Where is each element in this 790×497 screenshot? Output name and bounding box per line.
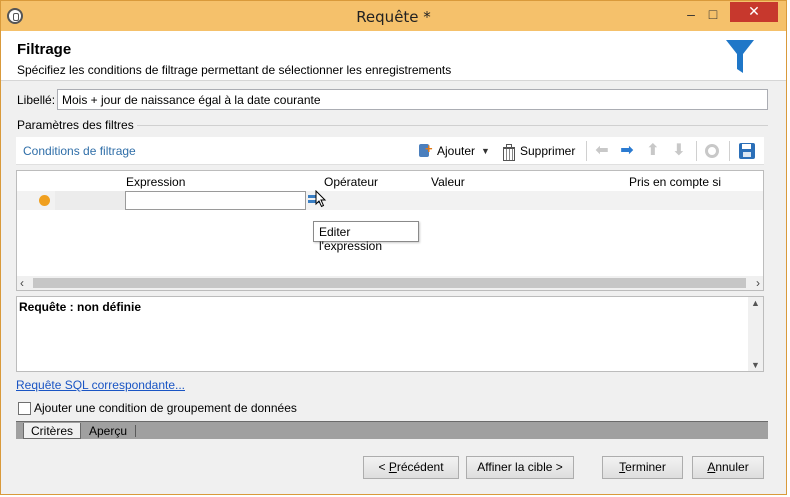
arrow-right-icon[interactable]: ➡ — [618, 142, 636, 160]
column-header-condition[interactable]: Pris en compte si — [629, 175, 721, 189]
previous-button-mnemonic: P — [388, 460, 397, 474]
scroll-up-icon[interactable]: ▲ — [751, 298, 760, 308]
expression-input[interactable] — [125, 191, 306, 210]
vertical-scrollbar[interactable]: ▲ ▼ — [748, 297, 763, 371]
minimize-button[interactable]: – — [684, 5, 698, 25]
sql-query-link[interactable]: Requête SQL correspondante... — [16, 378, 185, 392]
horizontal-scrollbar[interactable]: ‹ › — [17, 276, 763, 290]
bottom-tab-bar: Critères Aperçu — [16, 421, 768, 439]
previous-button[interactable]: < Précédent — [363, 456, 459, 479]
tab-separator — [135, 425, 136, 437]
scrollbar-thumb[interactable] — [33, 278, 746, 288]
funnel-icon — [726, 40, 754, 73]
step-header: Filtrage Spécifiez les conditions de fil… — [1, 31, 786, 81]
trash-icon — [500, 143, 516, 161]
toolbar-separator — [696, 141, 697, 161]
arrow-left-icon[interactable]: ⬅ — [593, 142, 611, 160]
scroll-right-icon[interactable]: › — [756, 276, 760, 290]
filter-toolbar: Conditions de filtrage Ajouter ▼ Supprim… — [16, 137, 764, 165]
scroll-down-icon[interactable]: ▼ — [751, 360, 760, 370]
maximize-button[interactable]: □ — [706, 5, 720, 25]
add-button[interactable]: Ajouter ▼ — [417, 141, 490, 161]
refresh-icon[interactable] — [705, 144, 719, 158]
finish-button-rest: erminer — [625, 460, 666, 474]
status-dot-icon — [39, 195, 50, 206]
refine-target-button[interactable]: Affiner la cible > — [466, 456, 574, 479]
window-title: Requête * — [356, 8, 431, 26]
close-button[interactable]: ✕ — [730, 2, 778, 22]
toolbar-separator — [586, 141, 587, 161]
filters-section-label: Paramètres des filtres — [17, 118, 137, 132]
toolbar-separator — [729, 141, 730, 161]
delete-button[interactable]: Supprimer — [500, 141, 575, 161]
label-field-label: Libellé: — [17, 93, 56, 107]
tab-preview[interactable]: Aperçu — [82, 423, 134, 439]
arrow-up-icon[interactable]: ⬆ — [644, 142, 662, 160]
page-title: Filtrage — [17, 41, 72, 58]
dialog-window: Requête * – □ ✕ Filtrage Spécifiez les c… — [0, 0, 787, 495]
query-status-text: Requête : non définie — [19, 300, 142, 314]
mouse-cursor-icon — [315, 190, 327, 208]
row-selector — [55, 191, 125, 210]
add-button-label: Ajouter — [437, 144, 476, 158]
grid-header: Expression Opérateur Valeur Pris en comp… — [17, 171, 763, 191]
previous-button-rest: récédent — [396, 460, 444, 474]
save-icon[interactable] — [739, 143, 755, 159]
query-summary: Requête : non définie ▲ ▼ — [16, 296, 764, 372]
tab-criteria[interactable]: Critères — [23, 423, 82, 439]
tab-filter-conditions[interactable]: Conditions de filtrage — [23, 144, 136, 158]
cancel-button[interactable]: Annuler — [692, 456, 764, 479]
previous-button-prefix: < — [378, 460, 389, 474]
cancel-button-rest: nnuler — [715, 460, 749, 474]
finish-button[interactable]: Terminer — [602, 456, 683, 479]
conditions-grid: Expression Opérateur Valeur Pris en comp… — [16, 170, 764, 291]
arrow-down-icon[interactable]: ⬇ — [670, 142, 688, 160]
delete-button-label: Supprimer — [520, 144, 576, 158]
title-bar[interactable]: Requête * – □ ✕ — [1, 1, 786, 31]
column-header-expression[interactable]: Expression — [126, 175, 185, 189]
group-condition-checkbox[interactable] — [18, 402, 31, 415]
tooltip: Editer l'expression — [313, 221, 419, 253]
scroll-left-icon[interactable]: ‹ — [20, 276, 24, 290]
add-condition-icon — [417, 141, 433, 159]
chevron-down-icon[interactable]: ▼ — [481, 146, 490, 156]
column-header-value[interactable]: Valeur — [431, 175, 465, 189]
label-input[interactable] — [57, 89, 768, 110]
column-header-operator[interactable]: Opérateur — [324, 175, 378, 189]
group-condition-label[interactable]: Ajouter une condition de groupement de d… — [34, 401, 297, 415]
table-row[interactable] — [17, 191, 763, 210]
page-subtitle: Spécifiez les conditions de filtrage per… — [17, 63, 452, 77]
